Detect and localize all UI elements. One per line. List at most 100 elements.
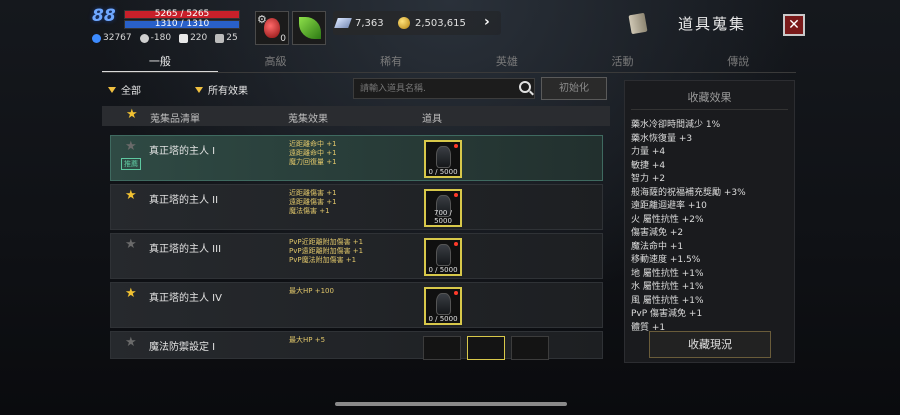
gold-coin-icon — [398, 17, 410, 29]
table-row[interactable]: ★ 真正塔的主人 IV 最大HP +100 0 / 5000 — [110, 282, 603, 328]
wing-icon — [179, 33, 189, 43]
table-row[interactable]: ★ 魔法防禦設定 I 最大HP +5 — [110, 331, 603, 360]
player-stats: 32767 -180 220 25 — [92, 33, 238, 43]
tab-legend[interactable]: 傳說 — [680, 48, 796, 70]
table-row[interactable]: ★ 真正塔的主人 I 推薦 近距離命中 +1 遠距離命中 +1 魔力回復量 +1… — [110, 135, 603, 181]
collection-effects-panel: 收藏效果 藥水冷卻時間減少 1% 藥水恢復量 +3 力量 +4 敏捷 +4 智力… — [624, 80, 795, 363]
item-slot[interactable] — [423, 336, 461, 360]
helmet-item-slot[interactable] — [467, 336, 505, 360]
red-dot-badge — [454, 193, 458, 197]
item-slot[interactable]: 0 / 5000 — [424, 238, 462, 276]
table-row[interactable]: ★ 真正塔的主人 II 近距離傷害 +1 遠距離傷害 +1 魔法傷害 +1 70… — [110, 184, 603, 230]
item-slot[interactable]: 0 / 5000 — [424, 140, 462, 178]
row-effects: PvP近距離附加傷害 +1 PvP遠距離附加傷害 +1 PvP魔法附加傷害 +1 — [289, 238, 364, 264]
star-icon[interactable]: ★ — [125, 140, 137, 153]
table-header: ★ 蒐集品清單 蒐集效果 道具 — [102, 106, 610, 126]
gold-currency: 2,503,615 — [398, 12, 466, 34]
gold-amount: 2,503,615 — [415, 17, 466, 29]
row-name: 魔法防禦設定 I — [149, 342, 216, 353]
item-count: 0 / 5000 — [428, 168, 458, 176]
hp-text: 5265 / 5265 — [154, 9, 210, 19]
window-title: 道具蒐集 — [678, 15, 747, 33]
row-effects: 最大HP +100 — [289, 287, 334, 295]
close-button[interactable]: ✕ — [783, 14, 805, 36]
blue-crystal-icon — [92, 33, 101, 43]
row-name: 真正塔的主人 I — [149, 146, 216, 157]
effect-dropdown[interactable]: 所有效果 — [195, 82, 248, 97]
horse-icon — [215, 33, 225, 43]
effect-line: 移動速度 +1.5% — [631, 255, 701, 265]
panel-divider — [631, 109, 788, 110]
hp-bar: 5265 / 5265 — [124, 9, 240, 19]
armor-icon — [436, 293, 451, 315]
book-icon — [628, 12, 648, 35]
mp-text: 1310 / 1310 — [154, 19, 210, 29]
tab-hero[interactable]: 英雄 — [449, 48, 565, 70]
table-row[interactable]: ★ 真正塔的主人 III PvP近距離附加傷害 +1 PvP遠距離附加傷害 +1… — [110, 233, 603, 279]
effect-line: 傷害減免 +2 — [631, 228, 684, 238]
player-level: 88 — [92, 6, 116, 26]
effect-line: 魔法命中 +1 — [631, 241, 684, 252]
mp-bar: 1310 / 1310 — [124, 19, 240, 29]
rarity-tabs: 一般 高級 稀有 英雄 活動 傳說 — [102, 48, 796, 73]
item-slot[interactable] — [511, 336, 549, 360]
header-item: 道具 — [422, 114, 442, 125]
item-slot[interactable]: 700 / 5000 — [424, 189, 462, 227]
dropdown-arrow-icon — [108, 86, 116, 93]
effect-line: 藥水恢復量 +3 — [631, 133, 693, 144]
stat-wing: 220 — [179, 33, 207, 43]
effect-line: 力量 +4 — [631, 147, 666, 157]
stat-skull: -180 — [139, 33, 171, 43]
health-potion-icon — [264, 18, 280, 38]
search-input[interactable] — [353, 78, 535, 99]
category-dropdown[interactable]: 全部 — [108, 82, 141, 97]
tab-advanced[interactable]: 高級 — [218, 48, 334, 70]
top-hud: 88 5265 / 5265 1310 / 1310 32767 -180 22… — [0, 0, 900, 48]
effect-line: 水 屬性抗性 +1% — [631, 282, 704, 292]
gem-currency: 7,363 — [334, 12, 384, 34]
stat-crystal: 32767 — [92, 33, 132, 43]
row-name: 真正塔的主人 IV — [149, 293, 222, 304]
star-icon[interactable]: ★ — [125, 287, 137, 300]
collection-status-button[interactable]: 收藏現況 — [649, 331, 771, 358]
tab-rare[interactable]: 稀有 — [333, 48, 449, 70]
skull-icon — [139, 33, 149, 43]
star-icon[interactable]: ★ — [125, 336, 137, 349]
effect-line: PvP 傷害減免 +1 — [631, 309, 703, 319]
effect-line: 地 屬性抗性 +1% — [631, 268, 704, 279]
tab-divider — [102, 72, 796, 73]
armor-icon — [436, 244, 451, 266]
header-list: 蒐集品清單 — [150, 114, 200, 125]
star-icon[interactable]: ★ — [125, 189, 137, 202]
row-effects: 近距離命中 +1 遠距離命中 +1 魔力回復量 +1 — [289, 140, 337, 166]
effect-line: 火 屬性抗性 +2% — [631, 214, 704, 225]
star-icon[interactable]: ★ — [126, 108, 138, 121]
potion-count: 0 — [280, 34, 286, 44]
item-count: 0 / 5000 — [428, 315, 458, 323]
effect-line: 般海薩的祝福補充獎勵 +3% — [631, 187, 746, 198]
dropdown-arrow-icon — [195, 86, 203, 93]
potion-slot[interactable]: ⚙ 0 — [255, 11, 289, 45]
gem-icon — [334, 18, 352, 28]
tab-event[interactable]: 活動 — [565, 48, 681, 70]
panel-title: 收藏效果 — [687, 91, 732, 104]
item-count: 0 / 5000 — [428, 266, 458, 274]
star-icon[interactable]: ★ — [125, 238, 137, 251]
effect-line: 遠距離迴避率 +10 — [631, 201, 707, 211]
reset-button[interactable]: 初始化 — [541, 77, 607, 100]
gem-amount: 7,363 — [355, 17, 384, 29]
red-dot-badge — [454, 144, 458, 148]
search-icon[interactable] — [519, 81, 531, 93]
tab-normal[interactable]: 一般 — [102, 48, 218, 73]
row-effects: 近距離傷害 +1 遠距離傷害 +1 魔法傷害 +1 — [289, 189, 337, 215]
item-slot[interactable]: 0 / 5000 — [424, 287, 462, 325]
effect-line: 智力 +2 — [631, 174, 666, 184]
row-effects: 最大HP +5 — [289, 336, 326, 344]
effect-line: 藥水冷卻時間減少 1% — [631, 120, 721, 130]
effect-line: 風 屬性抗性 +1% — [631, 295, 704, 306]
home-indicator[interactable] — [335, 402, 567, 406]
leaf-slot[interactable] — [292, 11, 326, 45]
green-leaf-icon — [299, 17, 321, 39]
item-count: 700 / 5000 — [434, 209, 452, 225]
chevron-right-icon[interactable]: › — [484, 14, 490, 30]
